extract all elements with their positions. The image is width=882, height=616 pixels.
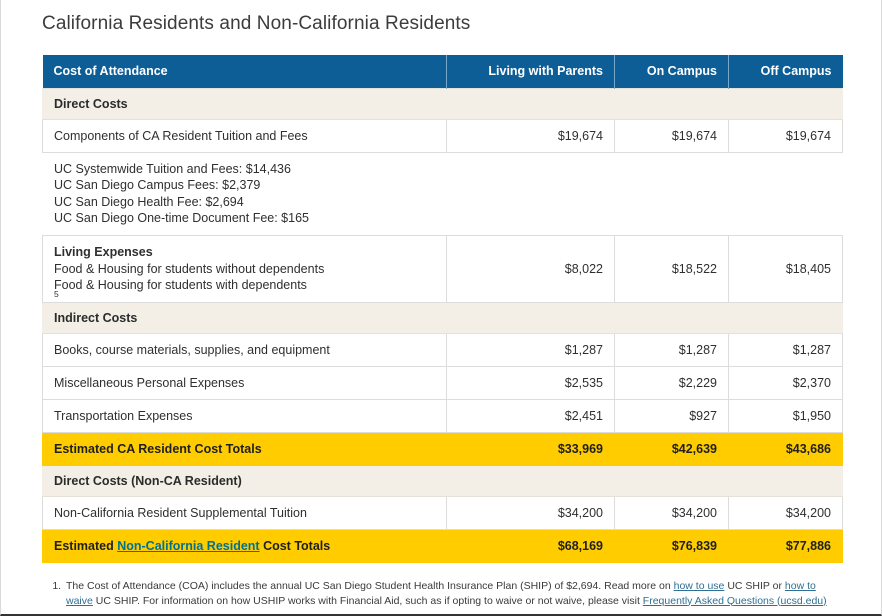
row-value-living-with-parents: $2,451 [447, 399, 615, 432]
section-header-direct-costs-non-ca: Direct Costs (Non-CA Resident) [43, 465, 843, 496]
living-expenses-without-dependents: Food & Housing for students without depe… [54, 261, 435, 278]
table-row: Estimated CA Resident Cost Totals $33,96… [43, 432, 843, 465]
row-total-living-with-parents: $33,969 [447, 432, 615, 465]
page-root: California Residents and Non-California … [0, 0, 882, 616]
row-detail-fee-breakdown: UC Systemwide Tuition and Fees: $14,436 … [43, 152, 447, 235]
table-row: Non-California Resident Supplemental Tui… [43, 496, 843, 529]
footnote-text-part3: UC SHIP. For information on how USHIP wo… [93, 595, 643, 607]
how-to-use-link[interactable]: how to use [674, 580, 725, 592]
table-row: Direct Costs [43, 88, 843, 119]
header-row: Cost of Attendance Living with Parents O… [43, 55, 843, 88]
fee-line-health-fee: UC San Diego Health Fee: $2,694 [54, 194, 435, 211]
section-header-direct-costs: Direct Costs [43, 88, 843, 119]
total-label-suffix: Cost Totals [260, 539, 331, 553]
footnote-item-1: The Cost of Attendance (COA) includes th… [64, 579, 840, 609]
row-value-on-campus: $2,229 [615, 366, 729, 399]
row-total-off-campus: $77,886 [729, 529, 843, 562]
row-value-off-campus: $1,287 [729, 333, 843, 366]
row-value-living-with-parents: $1,287 [447, 333, 615, 366]
row-label-transportation-expenses: Transportation Expenses [43, 399, 447, 432]
table-row: Direct Costs (Non-CA Resident) [43, 465, 843, 496]
table-row: Miscellaneous Personal Expenses $2,535 $… [43, 366, 843, 399]
table-row: Living Expenses Food & Housing for stude… [43, 235, 843, 302]
row-value-off-campus: $34,200 [729, 496, 843, 529]
fee-line-document-fee: UC San Diego One-time Document Fee: $165 [54, 210, 435, 227]
row-value-living-with-parents: $2,535 [447, 366, 615, 399]
fee-line-campus-fees: UC San Diego Campus Fees: $2,379 [54, 177, 435, 194]
row-label-ca-resident-totals: Estimated CA Resident Cost Totals [43, 432, 447, 465]
footnote-text-part2: UC SHIP or [724, 580, 785, 592]
row-value-off-campus: $19,674 [729, 119, 843, 152]
row-label-components-tuition-fees: Components of CA Resident Tuition and Fe… [43, 119, 447, 152]
table-row: Transportation Expenses $2,451 $927 $1,9… [43, 399, 843, 432]
row-label-living-expenses: Living Expenses Food & Housing for stude… [43, 235, 447, 302]
row-value-on-campus [615, 152, 729, 235]
row-value-off-campus: $1,950 [729, 399, 843, 432]
table-row: UC Systemwide Tuition and Fees: $14,436 … [43, 152, 843, 235]
frequently-asked-questions-link[interactable]: Frequently Asked Questions (ucsd.edu) [643, 595, 827, 607]
row-value-living-with-parents [447, 152, 615, 235]
row-value-living-with-parents: $34,200 [447, 496, 615, 529]
footnote-list: The Cost of Attendance (COA) includes th… [42, 579, 840, 609]
living-expenses-with-dependents: Food & Housing for students with depende… [54, 277, 435, 294]
section-header-indirect-costs: Indirect Costs [43, 302, 843, 333]
with-dependents-text: Food & Housing for students with depende… [54, 277, 435, 294]
total-label-prefix: Estimated [54, 539, 117, 553]
table-row: Components of CA Resident Tuition and Fe… [43, 119, 843, 152]
row-value-off-campus: $2,370 [729, 366, 843, 399]
header-off-campus: Off Campus [729, 55, 843, 88]
row-total-off-campus: $43,686 [729, 432, 843, 465]
table-body: Direct Costs Components of CA Resident T… [43, 88, 843, 562]
header-living-with-parents: Living with Parents [447, 55, 615, 88]
living-expenses-heading: Living Expenses [54, 244, 435, 260]
page-title: California Residents and Non-California … [1, 0, 881, 37]
header-on-campus: On Campus [615, 55, 729, 88]
row-value-living-with-parents: $19,674 [447, 119, 615, 152]
row-label-misc-personal-expenses: Miscellaneous Personal Expenses [43, 366, 447, 399]
row-label-non-ca-supplemental-tuition: Non-California Resident Supplemental Tui… [43, 496, 447, 529]
row-value-living-with-parents: $8,022 [447, 235, 615, 302]
table-row: Books, course materials, supplies, and e… [43, 333, 843, 366]
cost-of-attendance-table: Cost of Attendance Living with Parents O… [42, 55, 843, 563]
row-total-on-campus: $42,639 [615, 432, 729, 465]
row-total-living-with-parents: $68,169 [447, 529, 615, 562]
table-header: Cost of Attendance Living with Parents O… [43, 55, 843, 88]
row-value-on-campus: $34,200 [615, 496, 729, 529]
header-cost-of-attendance: Cost of Attendance [43, 55, 447, 88]
row-value-on-campus: $19,674 [615, 119, 729, 152]
row-value-off-campus: $18,405 [729, 235, 843, 302]
row-label-books-materials: Books, course materials, supplies, and e… [43, 333, 447, 366]
footnotes-section: The Cost of Attendance (COA) includes th… [1, 563, 881, 609]
fee-line-systemwide: UC Systemwide Tuition and Fees: $14,436 [54, 161, 435, 178]
non-california-resident-link[interactable]: Non-California Resident [117, 539, 259, 553]
footnote-text-part1: The Cost of Attendance (COA) includes th… [66, 580, 674, 592]
table-row: Estimated Non-California Resident Cost T… [43, 529, 843, 562]
table-container: Cost of Attendance Living with Parents O… [1, 37, 881, 563]
row-value-off-campus [729, 152, 843, 235]
row-value-on-campus: $1,287 [615, 333, 729, 366]
row-value-on-campus: $927 [615, 399, 729, 432]
row-total-on-campus: $76,839 [615, 529, 729, 562]
table-row: Indirect Costs [43, 302, 843, 333]
row-label-non-ca-resident-totals: Estimated Non-California Resident Cost T… [43, 529, 447, 562]
row-value-on-campus: $18,522 [615, 235, 729, 302]
